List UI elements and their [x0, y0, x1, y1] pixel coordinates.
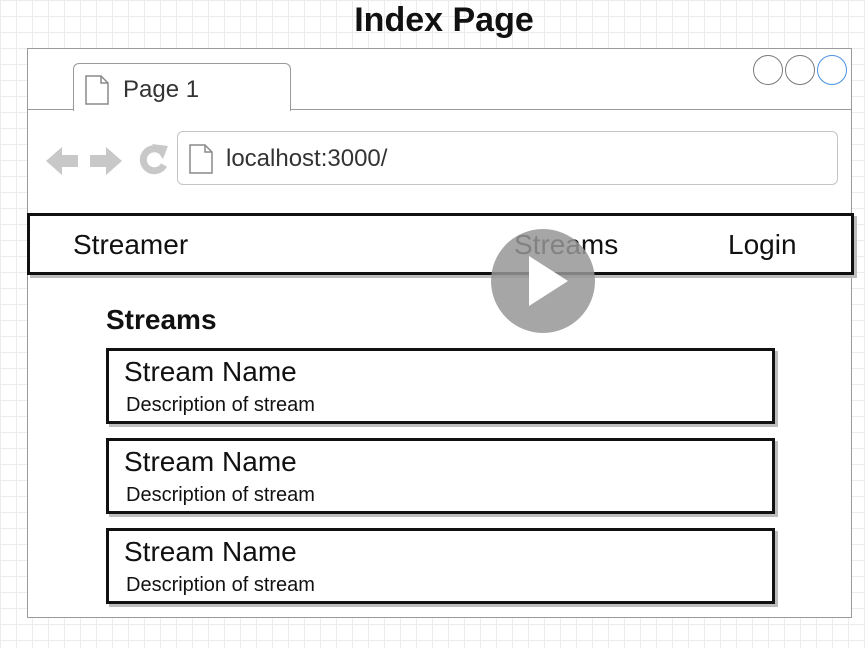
- stream-name: Stream Name: [124, 446, 297, 477]
- address-bar[interactable]: localhost:3000/: [177, 131, 838, 185]
- forward-arrow-icon[interactable]: [90, 147, 122, 175]
- stream-card[interactable]: Stream Name Description of stream: [106, 438, 775, 514]
- stream-description: Description of stream: [126, 574, 315, 596]
- page-title: Index Page: [354, 1, 534, 39]
- minimize-circle-icon[interactable]: [785, 55, 815, 85]
- nav-link-login[interactable]: Login: [728, 229, 797, 261]
- stream-name: Stream Name: [124, 356, 297, 387]
- back-arrow-icon[interactable]: [46, 147, 78, 175]
- page-icon: [188, 144, 214, 179]
- streams-heading: Streams: [106, 304, 217, 335]
- stream-name: Stream Name: [124, 536, 297, 567]
- tab-label: Page 1: [123, 76, 200, 103]
- stream-description: Description of stream: [126, 484, 315, 506]
- stream-description: Description of stream: [126, 394, 315, 416]
- stream-card[interactable]: Stream Name Description of stream: [106, 348, 775, 424]
- document-icon: [84, 75, 110, 110]
- play-icon: [529, 256, 568, 306]
- url-text: localhost:3000/: [226, 145, 388, 172]
- maximize-circle-icon[interactable]: [817, 55, 847, 85]
- window-controls: [753, 55, 847, 85]
- play-button[interactable]: [491, 229, 595, 333]
- app-navbar: Streamer Streams Login: [27, 213, 854, 275]
- browser-nav-icons: [44, 141, 174, 186]
- brand-link[interactable]: Streamer: [73, 229, 188, 261]
- stream-card[interactable]: Stream Name Description of stream: [106, 528, 775, 604]
- reload-icon[interactable]: [139, 144, 168, 175]
- tab-page-1[interactable]: Page 1: [73, 63, 291, 111]
- close-circle-icon[interactable]: [753, 55, 783, 85]
